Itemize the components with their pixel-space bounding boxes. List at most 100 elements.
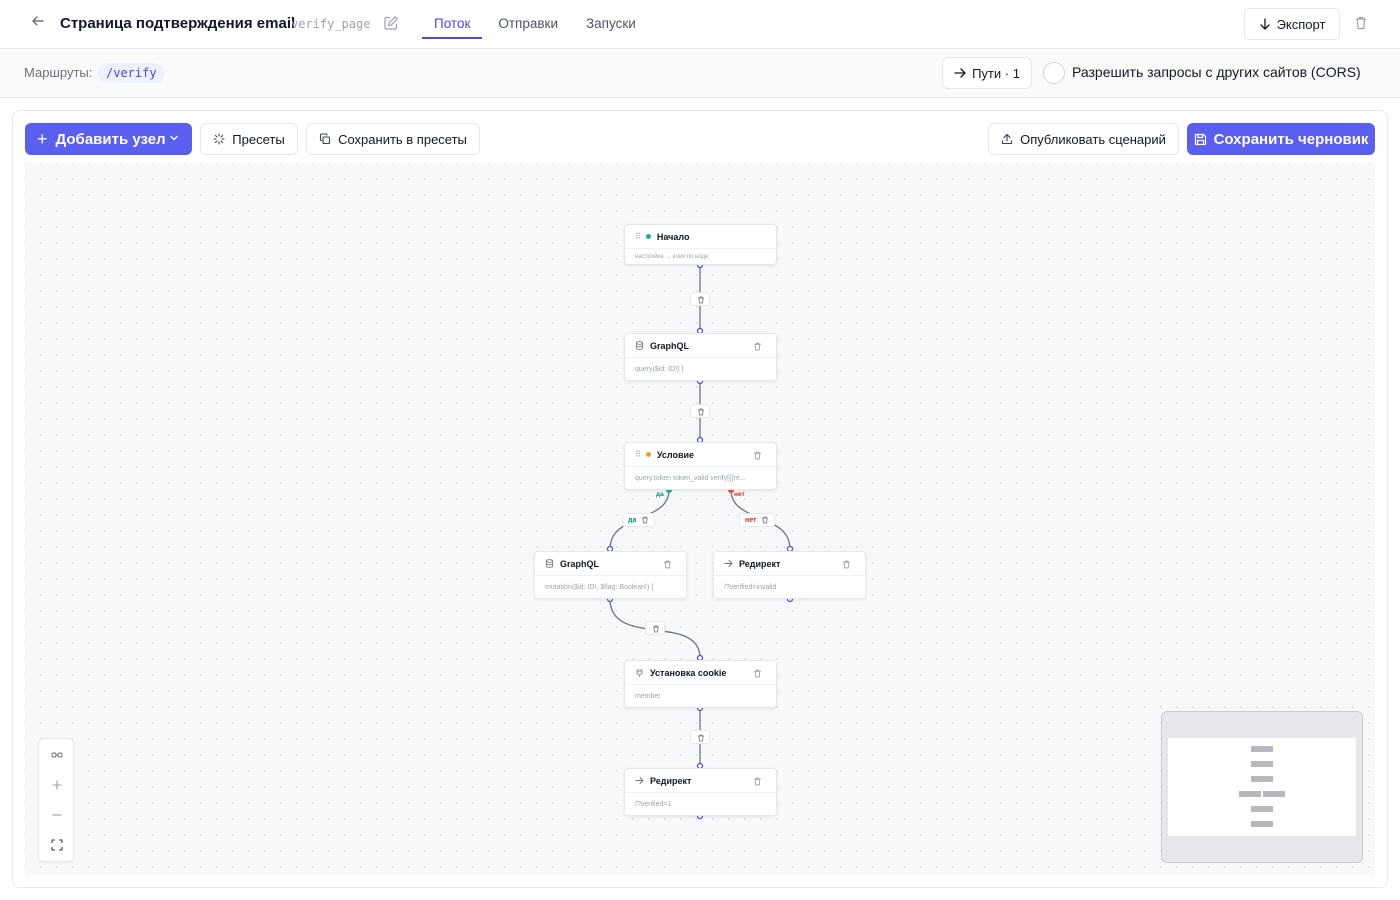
node-body: mutation($id: ID!, $flag: Boolean!) { xyxy=(545,584,654,591)
publish-label: Опубликовать сценарий xyxy=(1020,131,1166,147)
status-dot xyxy=(645,452,651,457)
save-to-presets-button[interactable]: Сохранить в пресеты xyxy=(306,123,480,155)
cors-checkbox[interactable] xyxy=(1043,62,1065,84)
zoom-out-icon[interactable] xyxy=(39,800,75,830)
top-header: Страница подтверждения email verify_page… xyxy=(0,0,1400,49)
node-body: настройка → клик по ноде xyxy=(635,254,709,260)
node-title: Редирект xyxy=(650,775,692,786)
node-redirect-invalid[interactable]: Редирект /?verified=invalid xyxy=(713,551,866,599)
tab-flow[interactable]: Поток xyxy=(422,0,483,39)
minimap-node xyxy=(1239,791,1261,797)
presets-button[interactable]: Пресеты xyxy=(200,123,298,155)
route-pill[interactable]: /verify xyxy=(98,63,165,83)
trash-icon xyxy=(698,734,704,741)
node-condition[interactable]: ⠿ Условие query.token token_valid verify… xyxy=(624,442,777,490)
no-branch-label: нет xyxy=(734,491,745,498)
yes-branch-label: да xyxy=(656,491,664,498)
minimap[interactable] xyxy=(1161,711,1363,863)
arrow-right-icon xyxy=(724,560,733,567)
arrow-right-icon xyxy=(954,68,966,78)
export-button[interactable]: Экспорт xyxy=(1244,8,1340,40)
node-body: member xyxy=(635,693,661,700)
no-edge-label: нет xyxy=(745,516,757,524)
node-delete-icon[interactable] xyxy=(842,560,851,569)
node-delete-icon[interactable] xyxy=(753,451,762,460)
grip-icon[interactable]: ⠿ xyxy=(635,450,641,459)
routes-label: Маршруты: xyxy=(24,65,93,80)
no-edge-pill[interactable]: нет xyxy=(739,513,776,527)
tab-runs[interactable]: Запуски xyxy=(574,0,648,38)
save-to-presets-label: Сохранить в пресеты xyxy=(338,131,467,147)
flow-slug: verify_page xyxy=(291,17,371,31)
page-title: Страница подтверждения email xyxy=(60,15,296,32)
plus-icon: + xyxy=(37,129,48,149)
copy-icon xyxy=(320,133,331,145)
minimap-node xyxy=(1263,791,1285,797)
node-delete-icon[interactable] xyxy=(753,777,762,786)
zoom-in-icon[interactable] xyxy=(39,770,75,800)
publish-scenario-button[interactable]: Опубликовать сценарий xyxy=(988,123,1179,155)
node-graphql-query[interactable]: GraphQL query($id: ID!) { xyxy=(624,333,777,381)
tab-submissions[interactable]: Отправки xyxy=(486,0,570,38)
node-body: /?verified=invalid xyxy=(724,584,777,591)
node-set-cookie[interactable]: Установка cookie member xyxy=(624,660,777,708)
node-title: GraphQL xyxy=(650,340,690,351)
edge-delete-button[interactable] xyxy=(690,292,710,306)
node-graphql-mutation[interactable]: GraphQL mutation($id: ID!, $flag: Boolea… xyxy=(534,551,687,599)
plug-icon xyxy=(636,668,643,677)
node-delete-icon[interactable] xyxy=(753,342,762,351)
grip-icon[interactable]: ⠿ xyxy=(635,232,641,241)
add-node-label: Добавить узел xyxy=(55,130,166,148)
edge-delete-button[interactable] xyxy=(690,730,710,744)
database-icon xyxy=(635,341,644,350)
arrow-right-icon xyxy=(635,777,644,784)
node-title: Условие xyxy=(656,449,695,460)
fullscreen-icon[interactable] xyxy=(39,830,75,860)
node-title: Начало xyxy=(656,231,690,242)
node-body: /?verified=1 xyxy=(635,801,672,808)
save-draft-button[interactable]: Сохранить черновик xyxy=(1187,123,1375,155)
paths-label: Пути · 1 xyxy=(972,65,1020,81)
tab-bar: Поток Отправки Запуски xyxy=(422,0,652,49)
edge-delete-button[interactable] xyxy=(690,404,710,418)
add-node-button[interactable]: + Добавить узел xyxy=(25,123,192,155)
edit-icon[interactable] xyxy=(383,15,401,33)
node-title: GraphQL xyxy=(560,558,600,569)
node-body: query($id: ID!) { xyxy=(635,366,684,373)
node-redirect-ok[interactable]: Редирект /?verified=1 xyxy=(624,768,777,816)
node-body: query.token token_valid verify[{{re... xyxy=(635,475,746,482)
node-title: Установка cookie xyxy=(650,667,727,678)
save-draft-label: Сохранить черновик xyxy=(1213,130,1369,148)
node-delete-icon[interactable] xyxy=(753,669,762,678)
routes-bar: Маршруты: /verify Пути · 1 Разрешить зап… xyxy=(0,49,1400,98)
minimap-node xyxy=(1251,746,1273,752)
trash-icon xyxy=(642,516,649,524)
trash-icon xyxy=(762,516,769,524)
minimap-node xyxy=(1251,776,1273,782)
arrow-down-icon xyxy=(1259,18,1270,30)
trash-icon xyxy=(698,296,704,303)
upload-icon xyxy=(1002,133,1013,145)
back-arrow-icon[interactable] xyxy=(28,14,48,34)
export-label: Экспорт xyxy=(1276,16,1326,32)
fit-link-icon[interactable] xyxy=(39,740,75,770)
edge-delete-button[interactable] xyxy=(645,621,665,635)
delete-flow-trash-icon[interactable] xyxy=(1353,15,1371,33)
chevron-down-icon xyxy=(170,135,178,141)
yes-edge-pill[interactable]: да xyxy=(622,513,656,527)
trash-icon xyxy=(653,625,659,632)
yes-edge-label: да xyxy=(628,516,637,524)
minimap-viewport[interactable] xyxy=(1168,738,1356,836)
trash-icon xyxy=(698,408,704,415)
paths-button[interactable]: Пути · 1 xyxy=(942,57,1032,89)
presets-label: Пресеты xyxy=(232,131,285,147)
sparkle-loader-icon xyxy=(213,133,225,145)
zoom-controls xyxy=(38,738,74,862)
node-delete-icon[interactable] xyxy=(663,560,672,569)
floppy-disk-icon xyxy=(1194,133,1206,145)
database-icon xyxy=(545,559,554,568)
status-dot xyxy=(645,234,651,239)
minimap-node xyxy=(1251,761,1273,767)
cors-label: Разрешить запросы с других сайтов (CORS) xyxy=(1072,64,1361,80)
node-start[interactable]: ⠿ Начало настройка → клик по ноде xyxy=(624,224,777,265)
